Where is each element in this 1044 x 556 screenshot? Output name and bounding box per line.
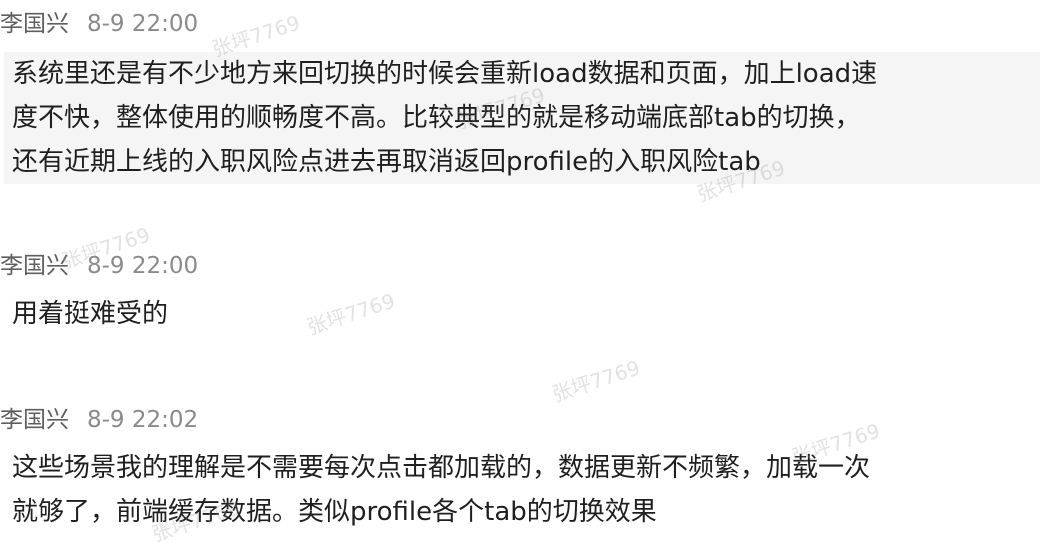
message-bubble[interactable]: 系统里还是有不少地方来回切换的时候会重新load数据和页面，加上load速 度不…	[4, 52, 1040, 184]
message-header: 李国兴 8-9 22:00	[0, 250, 198, 282]
message-text-line: 系统里还是有不少地方来回切换的时候会重新load数据和页面，加上load速	[12, 59, 878, 89]
message-time: 8-9 22:00	[87, 253, 199, 279]
message-header: 李国兴 8-9 22:00	[0, 8, 198, 40]
chat-message: 李国兴 8-9 22:00 用着挺难受的	[0, 250, 1044, 340]
message-time: 8-9 22:02	[87, 407, 199, 433]
message-bubble[interactable]: 用着挺难受的	[4, 292, 168, 336]
message-text-line: 这些场景我的理解是不需要每次点击都加载的，数据更新不频繁，加载一次	[12, 453, 871, 483]
message-bubble[interactable]: 这些场景我的理解是不需要每次点击都加载的，数据更新不频繁，加载一次 就够了，前端…	[4, 446, 870, 534]
message-time: 8-9 22:00	[87, 11, 199, 37]
message-header: 李国兴 8-9 22:02	[0, 404, 198, 436]
chat-message: 李国兴 8-9 22:02 这些场景我的理解是不需要每次点击都加载的，数据更新不频…	[0, 404, 1044, 544]
message-text-line: 度不快，整体使用的顺畅度不高。比较典型的就是移动端底部tab的切换，	[12, 103, 861, 133]
sender-name[interactable]: 李国兴	[0, 253, 69, 279]
message-text-line: 就够了，前端缓存数据。类似profile各个tab的切换效果	[12, 497, 657, 527]
message-text-line: 还有近期上线的入职风险点进去再取消返回profile的入职风险tab	[12, 147, 761, 177]
message-text-line: 用着挺难受的	[12, 299, 169, 329]
sender-name[interactable]: 李国兴	[0, 11, 69, 37]
sender-name[interactable]: 李国兴	[0, 407, 69, 433]
chat-message-list: 李国兴 8-9 22:00 系统里还是有不少地方来回切换的时候会重新load数据和…	[0, 0, 1044, 556]
chat-message: 李国兴 8-9 22:00 系统里还是有不少地方来回切换的时候会重新load数据和…	[0, 8, 1044, 184]
